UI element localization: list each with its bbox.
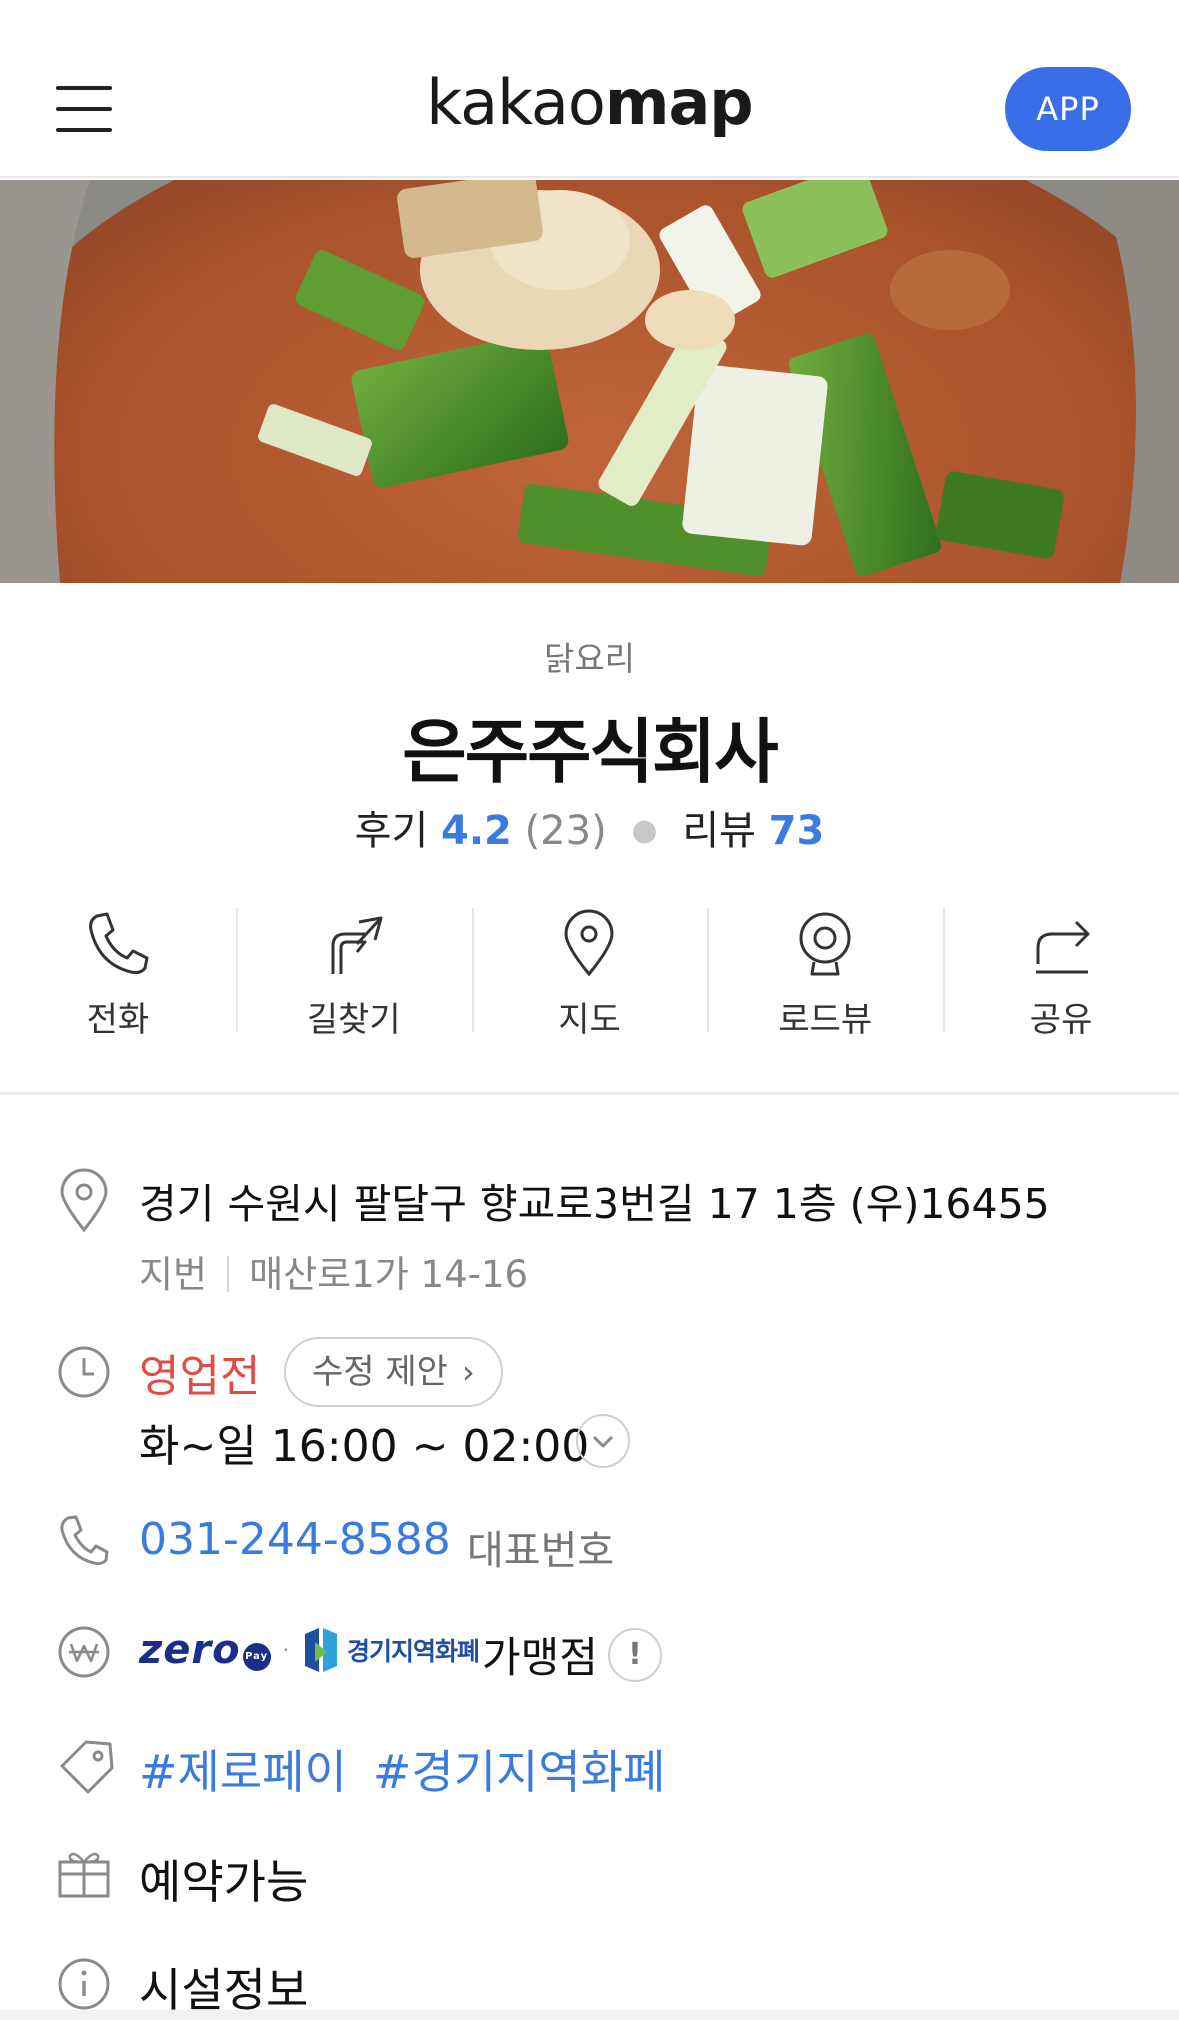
payment-won-icon — [58, 1626, 110, 1678]
roadview-action-button[interactable]: 로드뷰 — [707, 900, 943, 1040]
logo-separator: · — [282, 1638, 289, 1662]
directions-label: 길찾기 — [306, 1000, 401, 1040]
map-pin-icon — [564, 909, 614, 977]
bottom-edge — [0, 2010, 1179, 2020]
chevron-down-icon — [592, 1435, 614, 1448]
chevron-right-icon: › — [461, 1353, 475, 1391]
directions-icon — [331, 916, 383, 974]
place-photo[interactable] — [0, 180, 1179, 583]
map-action-button[interactable]: 지도 — [471, 900, 708, 1040]
call-action-button[interactable]: 전화 — [0, 900, 236, 1040]
call-label: 전화 — [86, 1000, 150, 1040]
directions-action-button[interactable]: 길찾기 — [235, 900, 472, 1040]
address-text[interactable]: 경기 수원시 팔달구 향교로3번길 17 1층 (우)16455 — [139, 1170, 1050, 1230]
phone-number-link[interactable]: 031-244-8588 — [139, 1514, 451, 1565]
kakaomap-logo[interactable]: kakaomap — [0, 66, 1179, 139]
location-pin-icon — [60, 1168, 108, 1233]
place-category: 닭요리 — [543, 639, 636, 678]
hashtag-zeropay[interactable]: #제로페이 — [139, 1745, 347, 1799]
separator-dot: ● — [631, 813, 658, 848]
hours-expand-button[interactable] — [576, 1414, 630, 1468]
top-header: kakaomap APP — [0, 0, 1179, 178]
zero-pay-badge: Pay — [242, 1643, 271, 1671]
share-action-button[interactable]: 공유 — [943, 900, 1179, 1040]
rating-count: (23) — [524, 808, 607, 854]
merchant-label: 가맹점 — [482, 1633, 598, 1682]
suggest-edit-button[interactable]: 수정 제안 › — [284, 1337, 503, 1407]
share-icon — [1036, 920, 1090, 974]
info-icon — [58, 1958, 110, 2010]
phone-icon — [60, 1515, 109, 1566]
review-label: 리뷰 — [682, 808, 756, 854]
reservation-available: 예약가능 — [139, 1855, 309, 1909]
jibun-address: 지번 매산로1가 14-16 — [139, 1244, 528, 1298]
payment-logos: zero Pay · 경기지역화폐 — [139, 1620, 480, 1680]
rating-summary[interactable]: 후기 4.2 (23) ● 리뷰 73 — [0, 798, 1179, 856]
action-bar: 전화 길찾기 지도 로드뷰 공유 — [0, 900, 1179, 1040]
rating-score: 4.2 — [441, 808, 512, 854]
logo-map-text: map — [604, 66, 754, 139]
rating-label: 후기 — [354, 808, 429, 854]
tag-icon — [60, 1740, 114, 1794]
map-label: 지도 — [558, 1000, 621, 1040]
payment-info-icon[interactable]: ! — [608, 1628, 662, 1682]
hashtag-gyeonggi-currency[interactable]: #경기지역화폐 — [373, 1745, 665, 1799]
food-photo-image — [0, 180, 1179, 583]
suggest-edit-label: 수정 제안 — [312, 1352, 448, 1392]
phone-icon — [89, 912, 149, 974]
business-status: 영업전 — [139, 1351, 261, 1402]
open-app-button[interactable]: APP — [1005, 67, 1131, 151]
roadview-label: 로드뷰 — [778, 1000, 873, 1040]
clock-icon — [58, 1346, 110, 1398]
gift-box-icon — [58, 1852, 110, 1898]
gyeonggi-currency-icon — [304, 1628, 337, 1672]
roadview-icon — [799, 912, 851, 976]
zero-pay-text: zero — [139, 1627, 241, 1673]
phone-type-label: 대표번호 — [467, 1528, 615, 1574]
jibun-label: 지번 — [139, 1253, 208, 1296]
share-label: 공유 — [1029, 1000, 1093, 1040]
place-name: 은주주식회사 — [402, 711, 778, 793]
jibun-value: 매산로1가 14-16 — [249, 1253, 529, 1296]
section-divider — [0, 1092, 1179, 1095]
gyeonggi-currency-logo: 경기지역화폐 — [346, 1637, 480, 1666]
logo-kakao-text: kakao — [426, 66, 606, 139]
business-hours: 화~일 16:00 ~ 02:00 — [139, 1421, 590, 1472]
zero-pay-logo: zero Pay — [139, 1627, 271, 1673]
review-count: 73 — [768, 808, 825, 854]
jibun-separator — [227, 1256, 230, 1292]
hashtag-list: #제로페이 #경기지역화폐 — [139, 1736, 691, 1802]
